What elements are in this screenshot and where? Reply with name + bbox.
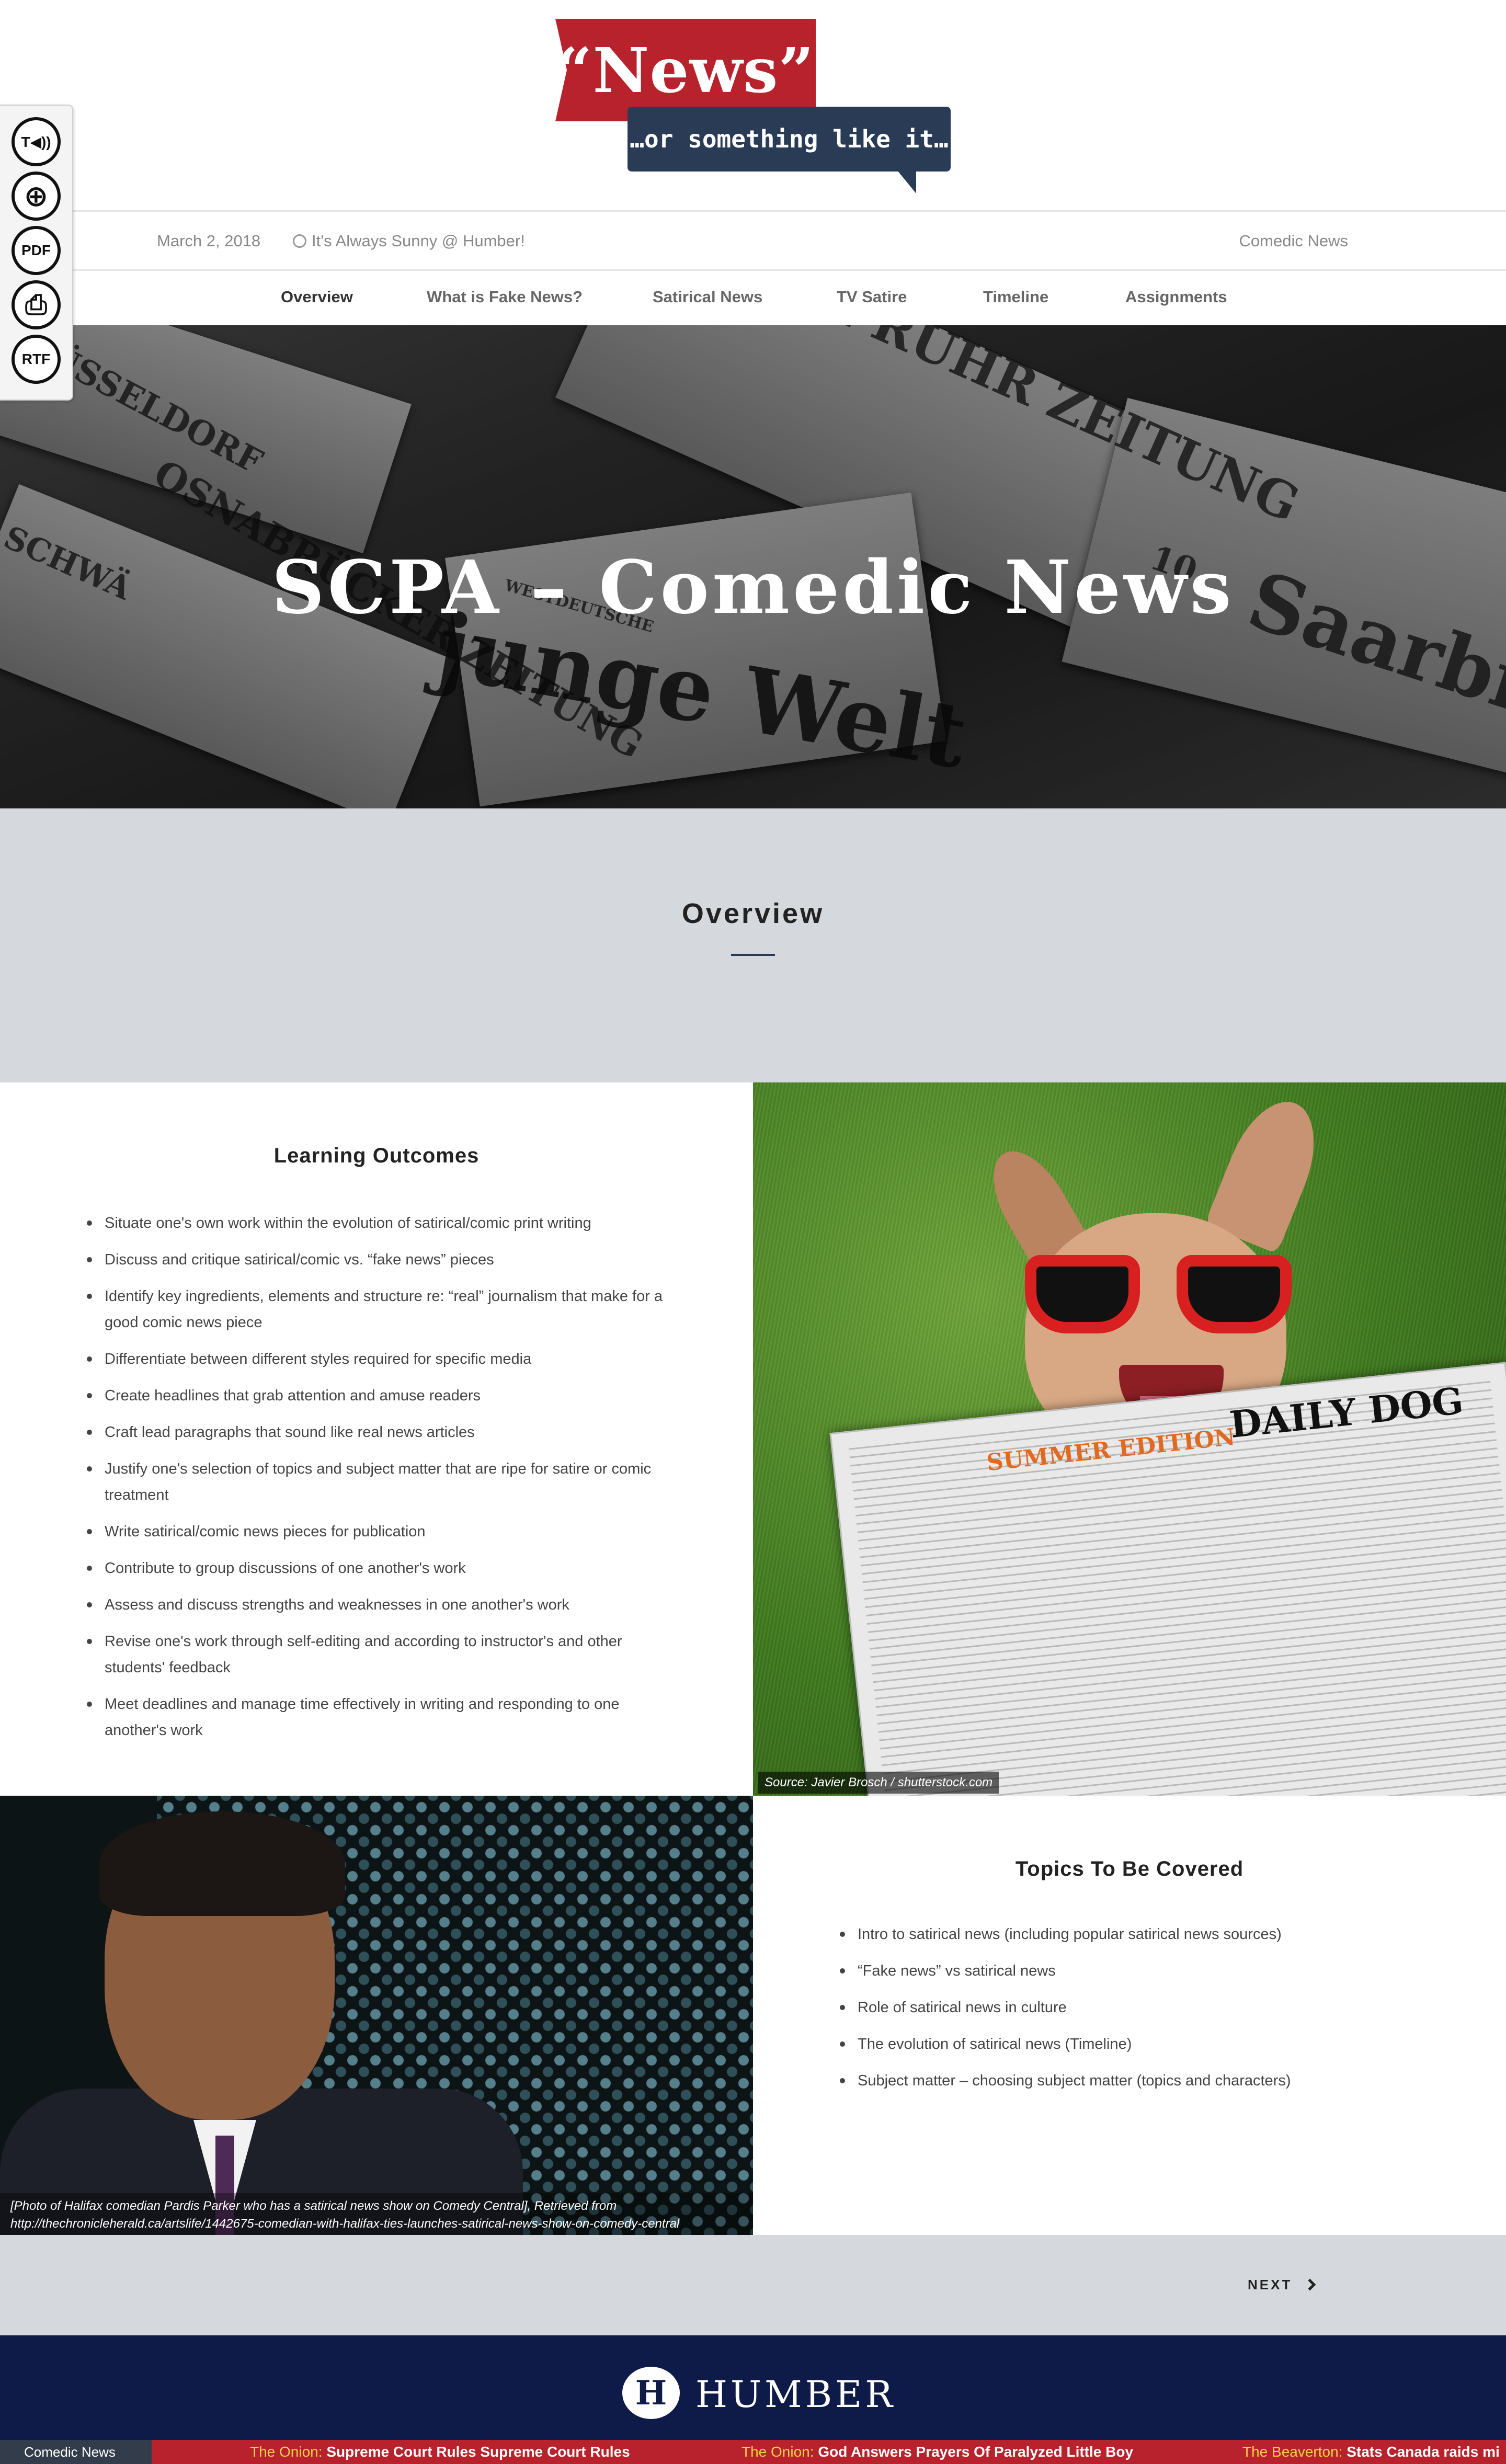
print-icon[interactable]: ⎙ bbox=[12, 280, 61, 329]
text-to-speech-icon[interactable]: T◀)) bbox=[12, 117, 61, 166]
next-label: NEXT bbox=[1248, 2277, 1293, 2292]
daily-dog-newspaper: SUMMER EDITION DAILY DOG bbox=[829, 1362, 1506, 1796]
image-caption: [Photo of Halifax comedian Pardis Parker… bbox=[0, 2193, 753, 2235]
list-item: Write satirical/comic news pieces for pu… bbox=[87, 1519, 680, 1545]
list-item: The evolution of satirical news (Timelin… bbox=[840, 2031, 1433, 2057]
learning-outcomes-panel: Learning Outcomes Situate one's own work… bbox=[0, 1082, 753, 1796]
nav-assignments[interactable]: Assignments bbox=[1125, 288, 1227, 306]
next-page-button[interactable]: NEXT bbox=[1248, 2277, 1316, 2293]
overview-section: Overview bbox=[0, 808, 1506, 1082]
list-item: Craft lead paragraphs that sound like re… bbox=[87, 1419, 680, 1445]
list-item: Justify one's selection of topics and su… bbox=[87, 1456, 680, 1508]
sunglasses bbox=[1025, 1255, 1318, 1333]
pdf-icon[interactable]: PDF bbox=[12, 226, 61, 275]
hero-banner: NEUE RUHR ZEITUNG DÜSSELDORF OSNABRÜCKER… bbox=[0, 325, 1506, 808]
learning-outcomes-title: Learning Outcomes bbox=[273, 1144, 480, 1167]
list-item: Intro to satirical news (including popul… bbox=[840, 1921, 1433, 1947]
ticker-headline: God Answers Prayers Of Paralyzed Little … bbox=[818, 2444, 1134, 2460]
list-item: Differentiate between different styles r… bbox=[87, 1346, 680, 1372]
ticker-headline: Stats Canada raids mi bbox=[1347, 2444, 1500, 2460]
dog-newspaper-image: SUMMER EDITION DAILY DOG Source: Javier … bbox=[753, 1082, 1506, 1796]
sun-icon bbox=[293, 234, 306, 248]
current-date: March 2, 2018 bbox=[157, 232, 261, 250]
list-item: Assess and discuss strengths and weaknes… bbox=[87, 1592, 680, 1618]
info-bar: March 2, 2018 It's Always Sunny @ Humber… bbox=[0, 210, 1506, 271]
ticker-item[interactable]: The Onion: God Answers Prayers Of Paraly… bbox=[741, 2440, 1133, 2464]
weather-widget: It's Always Sunny @ Humber! bbox=[293, 232, 525, 250]
rtf-icon[interactable]: RTF bbox=[12, 335, 61, 384]
zoom-icon[interactable]: ⊕ bbox=[12, 172, 61, 221]
site-section-link[interactable]: Comedic News bbox=[1239, 232, 1348, 250]
humber-wordmark[interactable]: HUMBER bbox=[695, 2373, 896, 2416]
list-item: Role of satirical news in culture bbox=[840, 1994, 1433, 2021]
comedian-image: [Photo of Halifax comedian Pardis Parker… bbox=[0, 1796, 753, 2235]
ticker-item[interactable]: The Beaverton: Stats Canada raids mi bbox=[1242, 2440, 1500, 2464]
list-item: Discuss and critique satirical/comic vs.… bbox=[87, 1247, 680, 1273]
nav-what-is-fake-news[interactable]: What is Fake News? bbox=[427, 288, 583, 306]
learning-outcomes-list: Situate one's own work within the evolut… bbox=[87, 1210, 680, 1754]
topics-panel: Topics To Be Covered Intro to satirical … bbox=[753, 1796, 1506, 2235]
topics-title: Topics To Be Covered bbox=[1015, 1857, 1244, 1880]
chevron-right-icon bbox=[1304, 2278, 1316, 2291]
list-item: Revise one's work through self-editing a… bbox=[87, 1628, 680, 1681]
nav-overview[interactable]: Overview bbox=[281, 288, 353, 306]
ticker-source: The Onion: bbox=[250, 2444, 323, 2460]
list-item: Situate one's own work within the evolut… bbox=[87, 1210, 680, 1236]
logo-tagline: …or something like it… bbox=[630, 125, 949, 153]
accessibility-toolbar: T◀)) ⊕ PDF ⎙ RTF bbox=[0, 105, 73, 401]
list-item: Identify key ingredients, elements and s… bbox=[87, 1283, 680, 1336]
ticker-item[interactable]: The Onion: Supreme Court Rules Supreme C… bbox=[250, 2440, 630, 2464]
ticker-headline: Supreme Court Rules Supreme Court Rules bbox=[326, 2444, 630, 2460]
ticker-label: Comedic News bbox=[0, 2440, 152, 2464]
news-ticker: Comedic News The Onion: Supreme Court Ru… bbox=[0, 2440, 1506, 2464]
nav-timeline[interactable]: Timeline bbox=[983, 288, 1048, 306]
sunglasses-lens bbox=[1177, 1255, 1292, 1333]
hair bbox=[99, 1811, 345, 1916]
list-item: Subject matter – choosing subject matter… bbox=[840, 2068, 1433, 2094]
image-caption: Source: Javier Brosch / shutterstock.com bbox=[758, 1772, 999, 1794]
list-item: Meet deadlines and manage time effective… bbox=[87, 1691, 680, 1743]
sunglasses-lens bbox=[1025, 1255, 1140, 1333]
weather-text: It's Always Sunny @ Humber! bbox=[312, 232, 525, 250]
list-item: “Fake news” vs satirical news bbox=[840, 1958, 1433, 1984]
site-logo[interactable]: “News” bbox=[555, 19, 816, 121]
site-header: “News” …or something like it… bbox=[0, 0, 1506, 210]
page-title: SCPA – Comedic News bbox=[271, 545, 1235, 631]
list-item: Contribute to group discussions of one a… bbox=[87, 1555, 680, 1581]
list-item: Create headlines that grab attention and… bbox=[87, 1383, 680, 1409]
logo-tagline-bubble[interactable]: …or something like it… bbox=[628, 107, 951, 172]
topics-list: Intro to satirical news (including popul… bbox=[840, 1921, 1433, 2104]
logo-bubble-tail bbox=[897, 170, 916, 193]
logo-title: “News” bbox=[556, 33, 815, 107]
ticker-source: The Beaverton: bbox=[1242, 2444, 1343, 2460]
main-nav: Overview What is Fake News? Satirical Ne… bbox=[0, 271, 1506, 325]
humber-logo-icon[interactable]: H bbox=[622, 2367, 680, 2419]
ticker-source: The Onion: bbox=[741, 2444, 814, 2460]
nav-satirical-news[interactable]: Satirical News bbox=[653, 288, 762, 306]
site-footer: H HUMBER bbox=[0, 2335, 1506, 2440]
section-title: Overview bbox=[681, 898, 825, 929]
nav-tv-satire[interactable]: TV Satire bbox=[837, 288, 907, 306]
pagination: NEXT bbox=[0, 2235, 1506, 2335]
section-divider bbox=[731, 954, 775, 956]
